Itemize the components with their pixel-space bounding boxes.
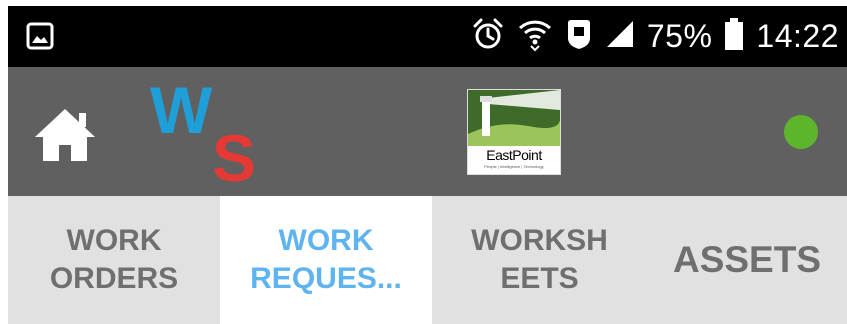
- tab-worksheets[interactable]: WORKSH EETS: [432, 196, 647, 324]
- tab-work-requests[interactable]: WORK REQUES...: [220, 196, 432, 324]
- tab-assets[interactable]: ASSETS: [647, 196, 847, 324]
- data-saver-icon: [565, 18, 593, 55]
- ws-logo-letter-s: S: [212, 121, 256, 185]
- wifi-icon: [517, 16, 553, 57]
- tab-work-orders[interactable]: WORK ORDERS: [8, 196, 220, 324]
- home-icon[interactable]: [33, 107, 97, 168]
- battery-icon: [724, 17, 744, 56]
- status-icons: 75% 14:22: [471, 6, 839, 67]
- eastpoint-logo-tagline: People | Intelligence | Technology: [484, 164, 544, 169]
- tab-bar: WORK ORDERS WORK REQUES... WORKSH EETS A…: [8, 196, 847, 324]
- ws-app-logo: W S: [150, 81, 256, 185]
- ws-logo-letter-w: W: [150, 81, 213, 147]
- signal-icon: [605, 19, 635, 54]
- eastpoint-logo: EastPoint People | Intelligence | Techno…: [467, 89, 561, 175]
- lighthouse-graphic: [468, 90, 560, 146]
- eastpoint-logo-name: EastPoint: [486, 147, 542, 163]
- app-screen: 75% 14:22 W S EastPoint People | Intelli…: [0, 0, 847, 324]
- battery-percent: 75%: [646, 18, 713, 54]
- alarm-clock-icon: [471, 17, 505, 56]
- gallery-icon: [26, 22, 54, 55]
- status-bar: 75% 14:22: [8, 6, 847, 67]
- clock-time: 14:22: [756, 18, 839, 54]
- app-toolbar: W S EastPoint People | Intelligence | Te…: [8, 67, 847, 196]
- connection-status-indicator: [784, 115, 818, 149]
